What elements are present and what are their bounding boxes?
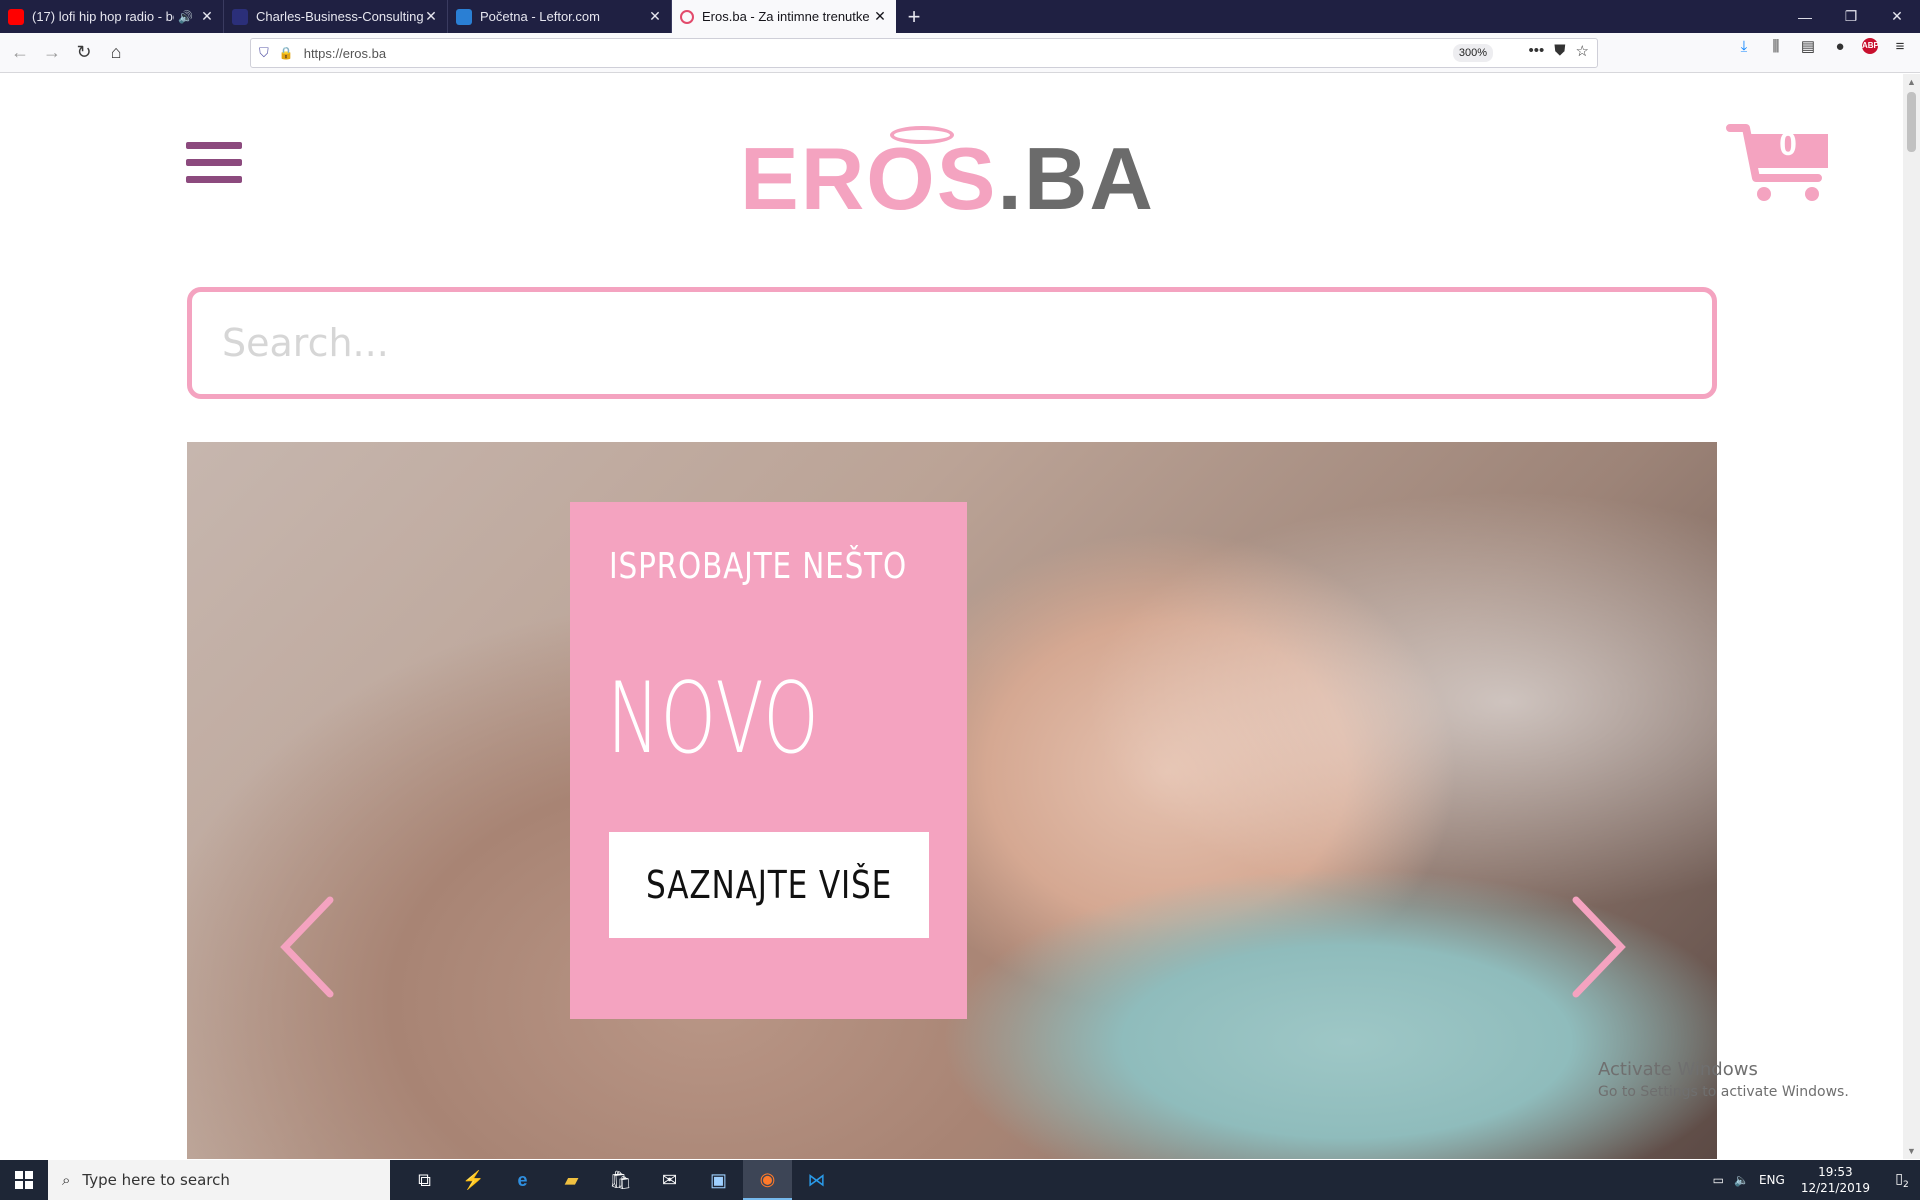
watermark-subtitle: Go to Settings to activate Windows.: [1598, 1084, 1849, 1100]
address-bar[interactable]: ⛉ 🔒 https://eros.ba 300% ••• ⛊ ☆: [250, 38, 1598, 68]
minimize-icon[interactable]: —: [1782, 0, 1828, 33]
back-arrow-icon[interactable]: ←: [4, 37, 36, 69]
vscode-icon[interactable]: ⋈: [792, 1160, 841, 1200]
notification-center-icon[interactable]: ▯2: [1884, 1171, 1920, 1190]
new-tab-plus-icon[interactable]: +: [896, 0, 932, 33]
url-text[interactable]: https://eros.ba: [304, 46, 386, 61]
scroll-up-arrow-icon[interactable]: ▲: [1903, 77, 1920, 87]
adblock-icon[interactable]: ABP: [1862, 38, 1879, 54]
activate-windows-watermark: Activate Windows Go to Settings to activ…: [1598, 1059, 1849, 1100]
library-icon[interactable]: ⫼: [1766, 38, 1786, 55]
scrollbar-thumb[interactable]: [1907, 92, 1916, 152]
clock[interactable]: 19:53 12/21/2019: [1801, 1164, 1870, 1196]
site-favicon-icon: [232, 8, 248, 25]
zoom-indicator[interactable]: 300%: [1452, 44, 1493, 62]
language-indicator[interactable]: ENG: [1759, 1173, 1785, 1187]
promo-card: ISPROBAJTE NEŠTO NOVO SAZNAJTE VIŠE: [570, 502, 967, 1019]
tab-charles-business[interactable]: Charles-Business-Consulting H ✕: [224, 0, 448, 33]
close-tab-icon[interactable]: ✕: [423, 8, 439, 25]
tab-youtube[interactable]: (17) lofi hip hop radio - bea 🔊 ✕: [0, 0, 224, 33]
windows-logo-icon: [15, 1171, 33, 1189]
clock-time: 19:53: [1818, 1165, 1853, 1179]
volume-icon[interactable]: 🔈: [1734, 1173, 1749, 1187]
learn-more-label: SAZNAJTE VIŠE: [645, 863, 893, 907]
promo-headline: NOVO: [607, 662, 820, 776]
reload-icon[interactable]: ↻: [68, 37, 100, 69]
network-icon[interactable]: ▭: [1713, 1173, 1724, 1187]
tab-leftor[interactable]: Početna - Leftor.com ✕: [448, 0, 672, 33]
speaker-icon[interactable]: 🔊: [178, 10, 193, 24]
pocket-icon[interactable]: ⛊: [1554, 42, 1565, 60]
tab-title: Eros.ba - Za intimne trenutke: [702, 9, 870, 24]
slider-next-chevron-icon[interactable]: [1561, 892, 1631, 1002]
edge-browser-icon[interactable]: e: [498, 1160, 547, 1200]
hearts-favicon-icon: [680, 9, 694, 24]
window-controls: — ❐ ✕: [1782, 0, 1920, 33]
firefox-icon[interactable]: ◉: [743, 1160, 792, 1200]
home-icon[interactable]: ⌂: [100, 37, 132, 69]
sidebar-icon[interactable]: ▤: [1798, 37, 1818, 55]
tab-title: Charles-Business-Consulting H: [256, 9, 423, 24]
lock-icon[interactable]: 🔒: [279, 46, 294, 60]
watermark-title: Activate Windows: [1598, 1059, 1758, 1080]
browser-tab-strip: (17) lofi hip hop radio - bea 🔊 ✕ Charle…: [0, 0, 1920, 33]
windows-taskbar: ⌕ Type here to search ⧉ ⚡ e ▰ 🛍 ✉ ▣ ◉ ⋈ …: [0, 1160, 1920, 1200]
taskbar-search-placeholder: Type here to search: [82, 1171, 230, 1189]
page-viewport: EROS.BA 0 ISPROBAJTE NEŠTO NOVO SAZNAJTE…: [0, 74, 1920, 1159]
navigation-toolbar: ← → ↻ ⌂ ⛉ 🔒 https://eros.ba 300% ••• ⛊ ☆…: [0, 33, 1920, 73]
network-app-icon[interactable]: ▣: [694, 1160, 743, 1200]
hero-slider: ISPROBAJTE NEŠTO NOVO SAZNAJTE VIŠE: [187, 442, 1717, 1159]
logo-text-ba: .BA: [997, 129, 1155, 228]
forward-arrow-icon[interactable]: →: [36, 37, 68, 69]
menu-icon[interactable]: ≡: [1890, 38, 1910, 55]
account-icon[interactable]: ●: [1830, 38, 1850, 55]
hamburger-menu-icon[interactable]: [186, 142, 242, 190]
promo-kicker: ISPROBAJTE NEŠTO: [609, 546, 908, 587]
tracking-shield-icon[interactable]: ⛉: [259, 45, 269, 61]
windows-start-icon[interactable]: [0, 1160, 48, 1200]
site-logo[interactable]: EROS.BA: [740, 126, 1160, 224]
learn-more-button[interactable]: SAZNAJTE VIŠE: [609, 832, 929, 938]
system-tray: ▭ 🔈 ENG 19:53 12/21/2019 ▯2: [1713, 1160, 1920, 1200]
mail-icon[interactable]: ✉: [645, 1160, 694, 1200]
tab-title: (17) lofi hip hop radio - bea: [32, 9, 175, 24]
close-window-icon[interactable]: ✕: [1874, 0, 1920, 33]
bookmark-star-icon[interactable]: ☆: [1576, 42, 1589, 60]
search-icon: ⌕: [62, 1171, 71, 1189]
search-input[interactable]: [187, 287, 1717, 399]
store-icon[interactable]: 🛍: [596, 1160, 645, 1200]
download-icon[interactable]: ⤓: [1734, 38, 1754, 55]
logo-text-os: OS: [866, 129, 998, 228]
notification-count: 2: [1902, 1179, 1909, 1190]
youtube-favicon-icon: [8, 8, 24, 25]
file-explorer-icon[interactable]: ▰: [547, 1160, 596, 1200]
thunder-app-icon[interactable]: ⚡: [449, 1160, 498, 1200]
tab-title: Početna - Leftor.com: [480, 9, 600, 24]
leftor-favicon-icon: [456, 8, 472, 25]
logo-text-er: ER: [740, 129, 867, 228]
taskbar-search-box[interactable]: ⌕ Type here to search: [48, 1160, 390, 1200]
shopping-cart-button[interactable]: 0: [1726, 120, 1832, 206]
slider-prev-chevron-icon[interactable]: [275, 892, 345, 1002]
clock-date: 12/21/2019: [1800, 1181, 1870, 1195]
page-scrollbar[interactable]: ▲ ▼: [1903, 74, 1920, 1159]
close-tab-icon[interactable]: ✕: [647, 8, 663, 25]
cart-count: 0: [1779, 126, 1797, 162]
page-actions-icon[interactable]: •••: [1529, 42, 1545, 60]
task-view-icon[interactable]: ⧉: [400, 1160, 449, 1200]
halo-icon: [890, 126, 954, 144]
close-tab-icon[interactable]: ✕: [872, 8, 888, 25]
scroll-down-arrow-icon[interactable]: ▼: [1903, 1146, 1920, 1156]
restore-icon[interactable]: ❐: [1828, 0, 1874, 33]
close-tab-icon[interactable]: ✕: [199, 8, 215, 25]
tab-eros[interactable]: Eros.ba - Za intimne trenutke ✕: [672, 0, 896, 33]
